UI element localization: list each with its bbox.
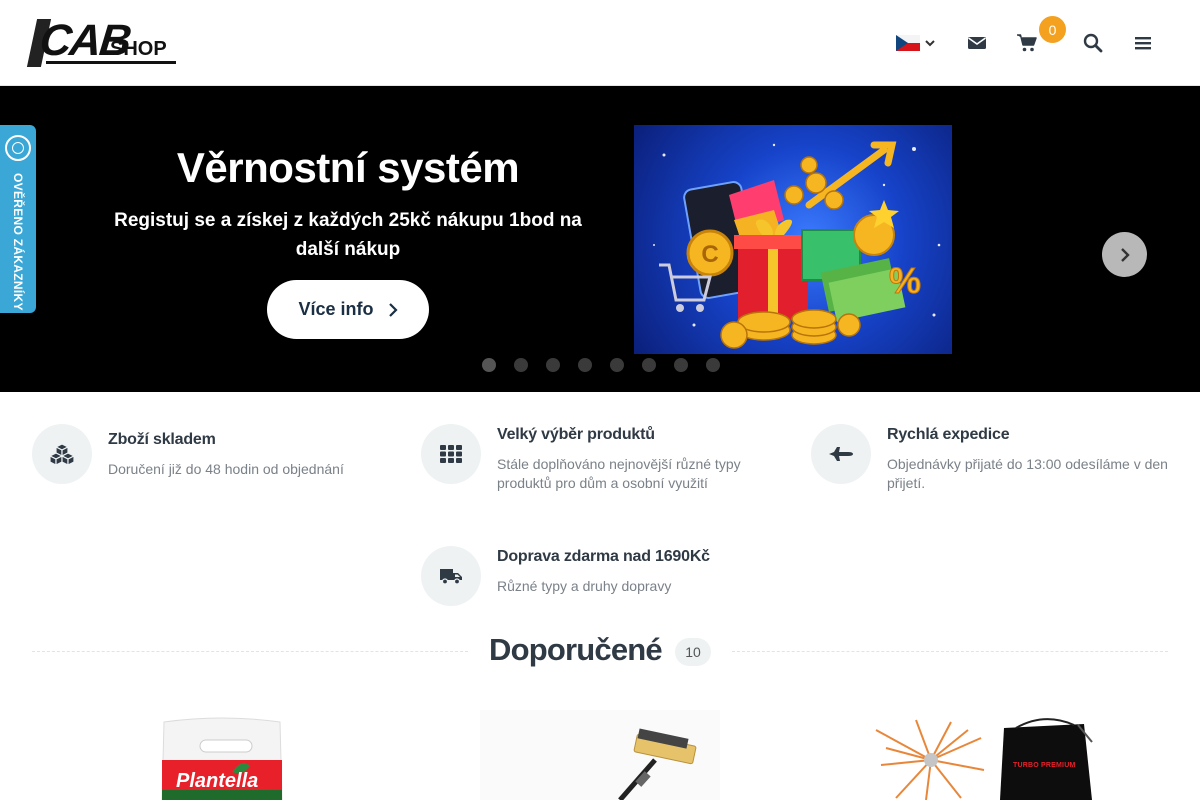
logo-underline [46,61,176,64]
product-card[interactable] [480,710,720,800]
chevron-down-icon[interactable] [924,36,936,50]
feature-title: Rychlá expedice [887,426,1010,443]
grid-icon [421,424,481,484]
slider-dot[interactable] [610,358,624,372]
boxes-icon [32,424,92,484]
menu-icon[interactable] [1130,30,1156,56]
slider-dot[interactable] [546,358,560,372]
cart-icon[interactable] [1014,30,1040,56]
feature-desc: Objednávky přijaté do 13:00 odesíláme v … [887,456,1168,491]
czech-flag-icon[interactable] [896,35,920,51]
recommended-heading: Doporučené [489,632,663,667]
more-info-label: Více info [298,299,374,319]
plane-icon [811,424,871,484]
more-info-button[interactable]: Více info [267,280,429,339]
product-image [875,718,1093,800]
verified-seal-icon [5,135,31,161]
slider-dots [482,358,720,372]
slider-dot[interactable] [706,358,720,372]
slider-dot[interactable] [514,358,528,372]
feature-desc: Doručení již do 48 hodin od objednání [108,461,344,477]
loyalty-promo-image: C % [634,125,952,354]
logo-shop-text: SHOP [110,38,167,60]
envelope-icon[interactable] [964,30,990,56]
feature-desc: Stále doplňováno nejnovější různé typy p… [497,456,741,491]
section-divider [32,651,468,652]
recommended-count-badge: 10 [675,638,711,666]
slider-dot[interactable] [674,358,688,372]
feature-title: Doprava zdarma nad 1690Kč [497,548,710,565]
product-brand-text: Plantella [176,770,259,792]
feature-title: Velký výběr produktů [497,426,655,443]
cart-count-badge[interactable]: 0 [1039,16,1066,43]
product-image [480,710,720,800]
hero-title: Věrnostní systém [176,144,520,191]
verified-customers-badge[interactable]: OVĚŘENO ZÁKAZNÍKY [0,125,36,313]
product-brand-text: TURBO PREMIUM [1013,762,1076,769]
svg-text:%: % [889,260,921,301]
hero-subtitle: Registuj se a získej z každých 25kč náku… [114,210,582,260]
slider-dot[interactable] [642,358,656,372]
svg-text:C: C [701,241,718,268]
product-card[interactable]: Plantella [102,710,342,800]
search-icon[interactable] [1080,30,1106,56]
site-logo[interactable]: CAB SHOP [26,16,178,70]
verified-badge-label: OVĚŘENO ZÁKAZNÍKY [11,173,25,311]
slider-dot[interactable] [482,358,496,372]
truck-icon [421,546,481,606]
feature-title: Zboží skladem [108,431,216,448]
slider-next-button[interactable] [1102,232,1147,277]
section-divider [732,651,1168,652]
hero-slider: Věrnostní systém Registuj se a získej z … [0,86,1200,392]
chevron-right-icon [388,302,398,317]
chevron-right-icon [1120,247,1130,262]
site-header: CAB SHOP 0 [0,0,1200,86]
feature-desc: Různé typy a druhy dopravy [497,578,672,594]
product-card[interactable]: TURBO PREMIUM [856,710,1096,800]
slider-dot[interactable] [578,358,592,372]
